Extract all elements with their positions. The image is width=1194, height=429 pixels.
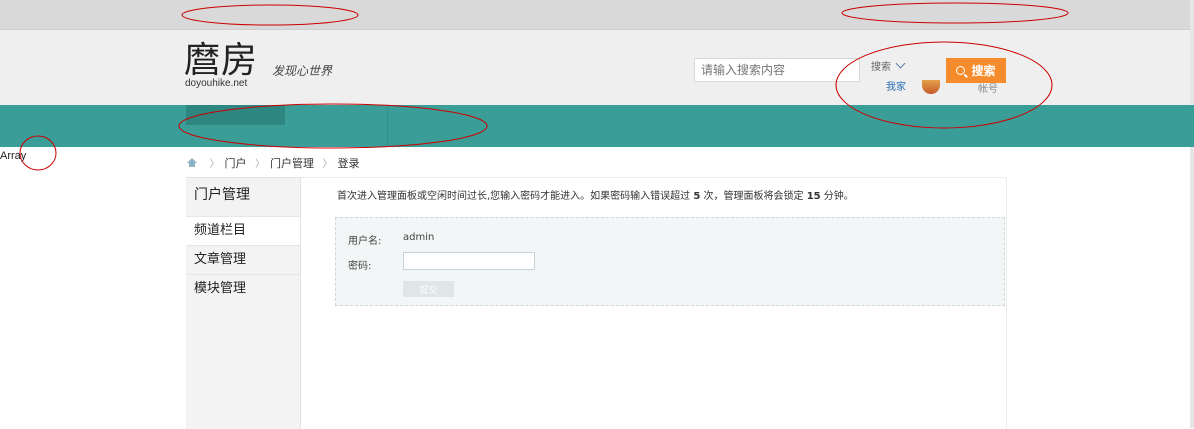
breadcrumb-item-portal[interactable]: 门户 bbox=[225, 157, 247, 170]
user-name-link[interactable]: 帐号 bbox=[978, 80, 998, 95]
search-button-label: 搜索 bbox=[971, 64, 996, 78]
breadcrumb-separator: 〉 bbox=[209, 159, 220, 170]
password-label: 密码: bbox=[348, 261, 372, 272]
nav-item-highlight[interactable] bbox=[186, 105, 285, 125]
home-icon[interactable] bbox=[186, 158, 198, 168]
sidebar-item-articles[interactable]: 文章管理 bbox=[186, 245, 300, 274]
username-value: admin bbox=[403, 232, 435, 243]
main-nav bbox=[0, 105, 1194, 147]
breadcrumb-separator: 〉 bbox=[255, 159, 265, 170]
logo-domain: doyouhike.net bbox=[185, 78, 248, 89]
logo-title: 麿房 bbox=[184, 40, 259, 81]
debug-array-text: Array bbox=[0, 150, 27, 162]
notice-text-1: 首次进入管理面板或空闲时间过长,您输入密码才能进入。如果密码输入错误超过 bbox=[337, 191, 694, 202]
sidebar: 门户管理 频道栏目 文章管理 模块管理 bbox=[186, 177, 301, 429]
search-icon bbox=[956, 66, 966, 75]
submit-button[interactable]: 提交 bbox=[403, 281, 454, 297]
search-type-label: 搜索 bbox=[871, 62, 891, 73]
notice-minutes: 15 bbox=[806, 191, 821, 202]
nav-divider bbox=[387, 105, 388, 147]
breadcrumb-separator: 〉 bbox=[322, 159, 333, 170]
search-type-select[interactable]: 搜索 bbox=[871, 58, 906, 73]
user-home-link[interactable]: 我家 bbox=[886, 78, 906, 93]
username-label: 用户名: bbox=[348, 236, 382, 247]
sidebar-item-channels[interactable]: 频道栏目 bbox=[186, 216, 300, 245]
site-header bbox=[0, 30, 1194, 105]
search-input[interactable] bbox=[694, 58, 860, 82]
breadcrumb-item-login: 登录 bbox=[337, 157, 360, 170]
password-field[interactable] bbox=[403, 252, 535, 270]
sidebar-item-modules[interactable]: 模块管理 bbox=[186, 274, 300, 303]
notice-text-3: 分钟。 bbox=[820, 191, 854, 202]
scrollbar[interactable] bbox=[1190, 0, 1194, 428]
top-bar bbox=[0, 0, 1194, 30]
breadcrumb: 〉门户 〉门户管理 〉登录 bbox=[186, 155, 360, 171]
breadcrumb-item-portal-admin[interactable]: 门户管理 bbox=[270, 157, 314, 170]
site-logo[interactable]: 麿房 doyouhike.net bbox=[184, 40, 259, 90]
sidebar-title: 门户管理 bbox=[194, 187, 250, 203]
site-slogan: 发现心世界 bbox=[272, 64, 333, 78]
login-notice: 首次进入管理面板或空闲时间过长,您输入密码才能进入。如果密码输入错误超过 5 次… bbox=[337, 187, 854, 202]
notice-text-2: 次，管理面板将会锁定 bbox=[700, 191, 807, 202]
